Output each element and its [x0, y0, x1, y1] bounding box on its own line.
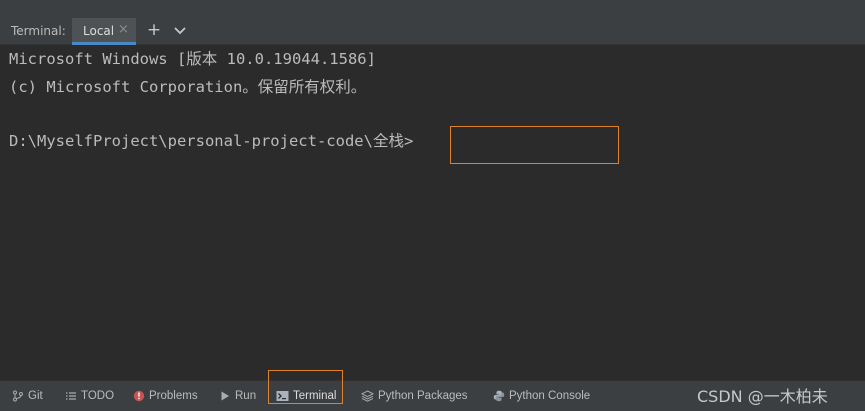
window-top-strip: [0, 0, 865, 18]
terminal-line: Microsoft Windows [版本 10.0.19044.1586]: [9, 50, 376, 68]
terminal-output[interactable]: Microsoft Windows [版本 10.0.19044.1586] (…: [0, 46, 865, 380]
error-icon: [133, 390, 145, 402]
git-button[interactable]: Git: [12, 387, 43, 405]
new-tab-button[interactable]: +: [146, 20, 162, 40]
python-console-label: Python Console: [509, 390, 591, 402]
tool-window-bar: Git TODO Problems Run Terminal Python Pa…: [0, 370, 865, 411]
tab-local-label: Local: [83, 24, 115, 38]
git-branch-icon: [12, 390, 24, 402]
terminal-tab-bar: Terminal: Local × +: [0, 18, 865, 45]
chevron-down-icon[interactable]: [172, 23, 188, 39]
csdn-watermark: CSDN @一木柏未: [697, 387, 828, 406]
todo-button[interactable]: TODO: [65, 387, 114, 405]
terminal-prompt: D:\MyselfProject\personal-project-code\全…: [9, 132, 414, 150]
tab-local[interactable]: Local ×: [72, 18, 136, 45]
terminal-highlight-box: [268, 370, 343, 404]
close-icon[interactable]: ×: [118, 22, 129, 37]
run-label: Run: [235, 390, 257, 402]
command-input-highlight[interactable]: [450, 126, 619, 164]
python-console-button[interactable]: Python Console: [493, 387, 590, 405]
run-button[interactable]: Run: [219, 387, 256, 405]
problems-label: Problems: [149, 390, 198, 402]
terminal-label: Terminal:: [11, 24, 66, 38]
git-label: Git: [28, 390, 43, 402]
python-packages-button[interactable]: Python Packages: [361, 387, 468, 405]
list-icon: [65, 390, 77, 402]
todo-label: TODO: [81, 390, 115, 402]
terminal-line: (c) Microsoft Corporation。保留所有权利。: [9, 78, 367, 96]
python-packages-label: Python Packages: [378, 390, 468, 402]
play-icon: [219, 390, 231, 402]
python-icon: [493, 390, 505, 402]
layers-icon: [361, 390, 374, 402]
problems-button[interactable]: Problems: [133, 387, 198, 405]
